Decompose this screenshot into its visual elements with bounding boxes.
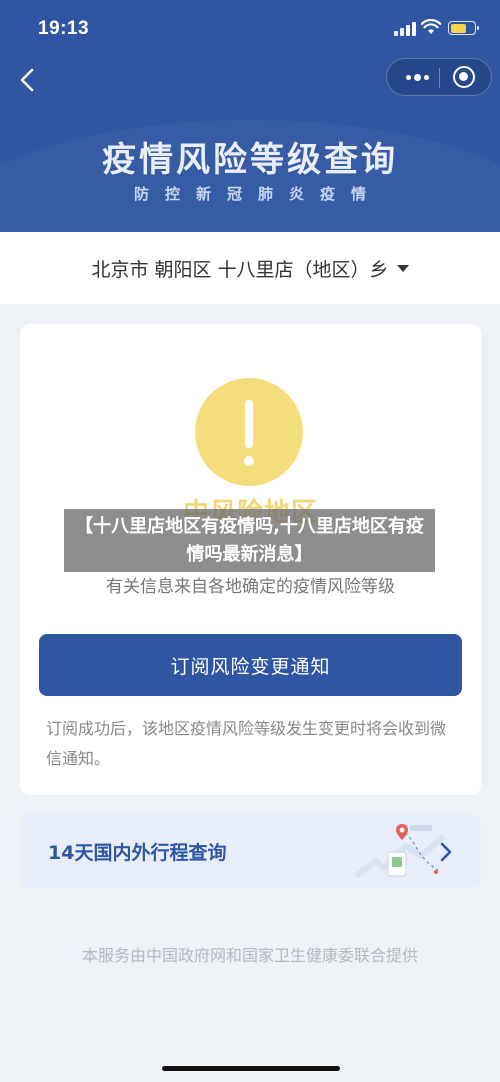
more-icon[interactable] [397,59,437,95]
trip-query-label: 14天国内外行程查询 [48,842,227,864]
warning-icon [195,378,303,486]
signal-icon [394,22,416,36]
page-subtitle: 防控新冠肺炎疫情 [133,185,382,203]
capsule-divider [439,68,440,88]
risk-info-text: 有关信息来自各地确定的疫情风险等级 [106,577,395,597]
map-illustration [354,824,446,879]
footer-text: 本服务由中国政府网和国家卫生健康委联合提供 [81,946,418,965]
back-icon[interactable] [14,64,44,96]
overlay-caption: 【十八里店地区有疫情吗,十八里店地区有疫情吗最新消息】 [64,509,435,572]
chevron-down-icon [396,264,409,272]
status-time: 19:13 [38,18,90,39]
battery-icon [448,21,479,35]
page-header: 19:13 疫情风险等级查询 防控新冠肺炎疫情 [0,0,500,232]
chevron-right-icon [440,842,452,862]
region-selector[interactable]: 北京市 朝阳区 十八里店（地区）乡 [0,232,500,304]
region-label: 北京市 朝阳区 十八里店（地区）乡 [91,258,389,281]
status-bar: 19:13 [0,0,500,60]
trip-query-card[interactable]: 14天国内外行程查询 [20,814,481,888]
target-icon[interactable] [453,66,475,88]
home-indicator [162,1066,340,1071]
page-title: 疫情风险等级查询 [102,140,398,180]
subscribe-note: 订阅成功后，该地区疫情风险等级发生变更时将会收到微信通知。 [46,719,447,768]
subscribe-button[interactable]: 订阅风险变更通知 [39,634,462,696]
wifi-icon [421,19,441,34]
mini-program-capsule [386,58,492,96]
